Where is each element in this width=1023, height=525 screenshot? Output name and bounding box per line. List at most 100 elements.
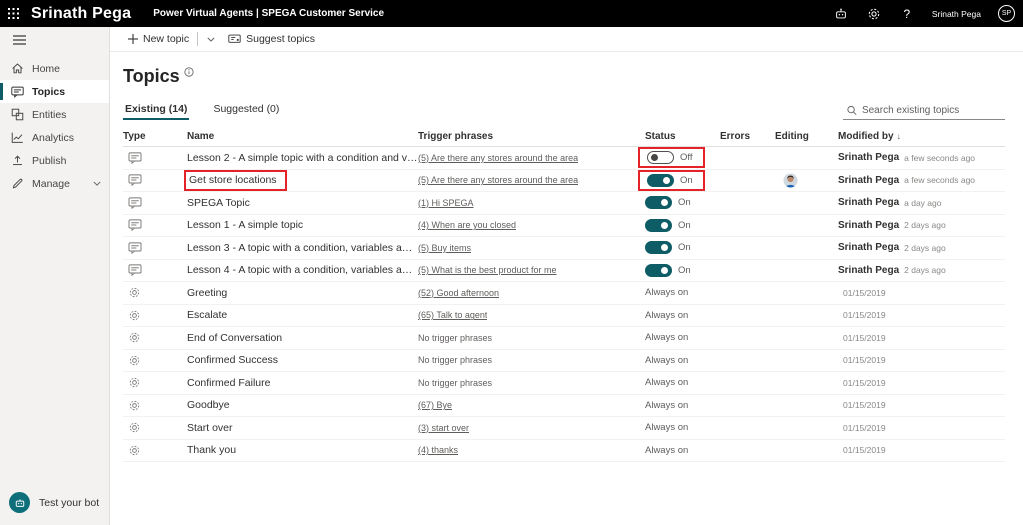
table-row[interactable]: Lesson 1 - A simple topic (4) When are y… (123, 215, 1005, 238)
col-header-trigger[interactable]: Trigger phrases (418, 131, 645, 142)
topic-name[interactable]: Lesson 3 - A topic with a condition, var… (187, 242, 418, 254)
status-toggle[interactable]: On (645, 241, 691, 254)
modified-time: 2 days ago (904, 220, 946, 230)
account-name: Srinath Pega (932, 9, 981, 19)
col-header-status[interactable]: Status (645, 131, 720, 142)
trigger-phrase-link[interactable]: (52) Good afternoon (418, 288, 499, 298)
table-row[interactable]: Goodbye (67) Bye Always on (123, 395, 1005, 418)
toggle-track[interactable] (645, 196, 672, 209)
table-row[interactable]: SPEGA Topic (1) Hi SPEGA On (123, 192, 1005, 215)
tab-existing[interactable]: Existing (14) (123, 100, 189, 120)
toggle-track[interactable] (645, 264, 672, 277)
bot-logo-name[interactable]: Srinath Pega (31, 5, 131, 23)
trigger-phrase-link[interactable]: (4) When are you closed (418, 220, 516, 230)
topic-name[interactable]: Lesson 4 - A topic with a condition, var… (187, 264, 418, 276)
trigger-phrase-link[interactable]: (5) Are there any stores around the area (418, 153, 578, 163)
status-always-on: Always on (645, 310, 688, 321)
topic-name[interactable]: Confirmed Failure (187, 377, 270, 389)
table-row[interactable]: Confirmed Failure No trigger phrases Alw… (123, 372, 1005, 395)
status-toggle[interactable]: On (645, 219, 691, 232)
search-icon (847, 105, 857, 116)
toggle-knob[interactable] (651, 154, 658, 161)
trigger-phrase-link[interactable]: (4) thanks (418, 445, 458, 455)
home-icon (10, 62, 24, 75)
suggest-topics-button[interactable]: Suggest topics (222, 27, 321, 51)
sidebar-item-home[interactable]: Home (0, 57, 109, 80)
info-icon[interactable] (184, 67, 194, 77)
new-topic-dropdown-chevron[interactable] (200, 27, 222, 51)
toggle-track[interactable] (645, 219, 672, 232)
status-always-on: Always on (645, 377, 688, 388)
toggle-track[interactable] (647, 174, 674, 187)
user-topic-chat-icon (128, 197, 142, 209)
trigger-phrase-link[interactable]: (67) Bye (418, 400, 452, 410)
table-row[interactable]: Thank you (4) thanks Always on (123, 440, 1005, 463)
table-row[interactable]: Lesson 2 - A simple topic with a conditi… (123, 147, 1005, 170)
status-toggle[interactable]: On (645, 264, 691, 277)
table-row[interactable]: Confirmed Success No trigger phrases Alw… (123, 350, 1005, 373)
table-row[interactable]: Greeting (52) Good afternoon Always on (123, 282, 1005, 305)
search-box[interactable] (843, 103, 1005, 120)
bot-icon[interactable] (833, 6, 849, 22)
col-header-errors[interactable]: Errors (720, 131, 775, 142)
toggle-knob[interactable] (661, 199, 668, 206)
sidebar-item-topics[interactable]: Topics (0, 80, 109, 103)
test-your-bot-button[interactable]: Test your bot (0, 492, 109, 525)
status-toggle[interactable]: On (638, 170, 705, 191)
topic-name[interactable]: SPEGA Topic (187, 197, 250, 209)
toggle-knob[interactable] (661, 244, 668, 251)
modified-by-name: Srinath Pega (838, 197, 899, 208)
trigger-phrase-link[interactable]: (5) Buy items (418, 243, 471, 253)
sidebar-item-entities[interactable]: Entities (0, 103, 109, 126)
table-row[interactable]: Escalate (65) Talk to agent Always on (123, 305, 1005, 328)
table-row[interactable]: Lesson 3 - A topic with a condition, var… (123, 237, 1005, 260)
settings-gear-icon[interactable] (866, 6, 882, 22)
table-row[interactable]: Start over (3) start over Always on (123, 417, 1005, 440)
sidebar-item-manage[interactable]: Manage (0, 172, 109, 195)
col-header-name[interactable]: Name (187, 131, 418, 142)
topic-name[interactable]: Goodbye (187, 399, 230, 411)
toggle-knob[interactable] (661, 267, 668, 274)
search-input[interactable] (862, 105, 1003, 116)
trigger-phrase-link[interactable]: (3) start over (418, 423, 469, 433)
chat-bubble-icon (10, 86, 24, 98)
toggle-track[interactable] (645, 241, 672, 254)
sidebar-item-analytics[interactable]: Analytics (0, 126, 109, 149)
topic-name[interactable]: Confirmed Success (187, 354, 278, 366)
hamburger-menu-icon[interactable] (0, 27, 109, 52)
tab-suggested[interactable]: Suggested (0) (211, 100, 281, 120)
help-icon[interactable]: ? (899, 6, 915, 22)
modified-by-name: Srinath Pega (838, 175, 899, 186)
topic-name[interactable]: Get store locations (184, 170, 287, 191)
status-toggle[interactable]: On (645, 196, 691, 209)
sidebar-item-publish[interactable]: Publish (0, 149, 109, 172)
topic-name[interactable]: Greeting (187, 287, 227, 299)
topic-name[interactable]: Start over (187, 422, 233, 434)
account-avatar[interactable]: SP (998, 5, 1015, 22)
topic-name[interactable]: Escalate (187, 309, 227, 321)
status-label: On (678, 220, 691, 231)
topic-name[interactable]: Lesson 2 - A simple topic with a conditi… (187, 152, 418, 164)
modified-time: 01/15/2019 (843, 355, 886, 365)
col-header-modified[interactable]: Modified by↓ (838, 131, 1005, 142)
trigger-phrase-link[interactable]: (5) What is the best product for me (418, 265, 557, 275)
trigger-phrase-link[interactable]: (1) Hi SPEGA (418, 198, 474, 208)
col-header-editing[interactable]: Editing (775, 131, 838, 142)
trigger-phrase-link[interactable]: (65) Talk to agent (418, 310, 487, 320)
toggle-knob[interactable] (663, 177, 670, 184)
topic-name[interactable]: Lesson 1 - A simple topic (187, 219, 303, 231)
test-bot-robot-icon (9, 492, 30, 513)
status-toggle[interactable]: Off (638, 147, 705, 168)
table-row[interactable]: Get store locations (5) Are there any st… (123, 170, 1005, 193)
new-topic-button[interactable]: New topic (122, 27, 195, 51)
table-row[interactable]: End of Conversation No trigger phrases A… (123, 327, 1005, 350)
topic-name[interactable]: Thank you (187, 444, 236, 456)
table-row[interactable]: Lesson 4 - A topic with a condition, var… (123, 260, 1005, 283)
chevron-down-icon (93, 181, 101, 186)
toggle-knob[interactable] (661, 222, 668, 229)
waffle-menu-icon[interactable] (0, 0, 27, 27)
topic-name[interactable]: End of Conversation (187, 332, 282, 344)
trigger-phrase-link[interactable]: (5) Are there any stores around the area (418, 175, 578, 185)
toggle-track[interactable] (647, 151, 674, 164)
col-header-type[interactable]: Type (123, 131, 187, 142)
